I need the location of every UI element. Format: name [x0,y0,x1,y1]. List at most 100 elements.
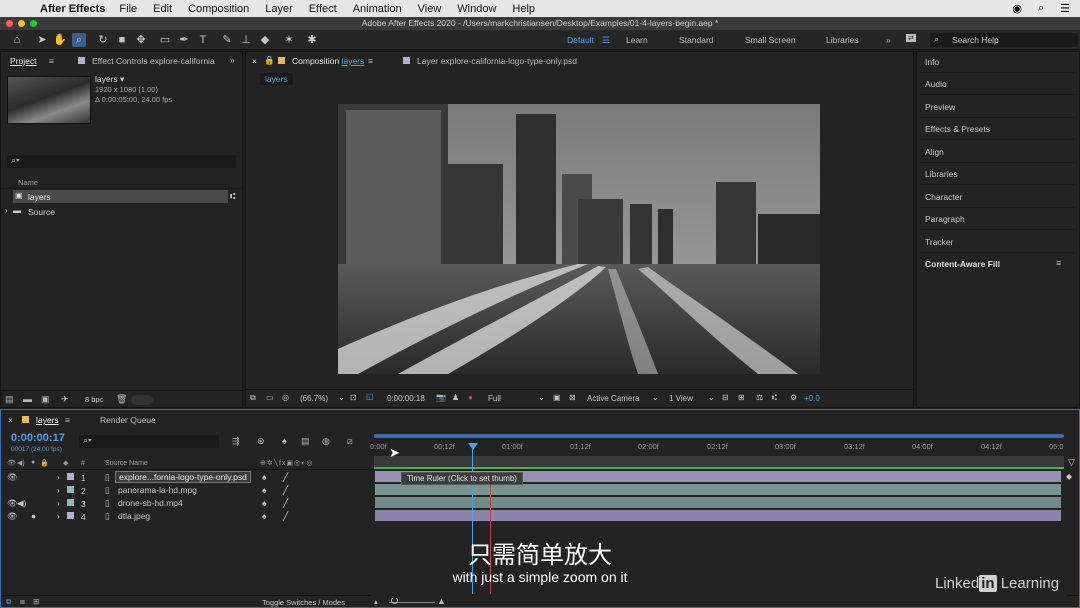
layer-row[interactable]: 👁 ● › 4 ▯ dtla.jpeg ♠ ╱ [1,510,371,522]
expand-arrow-icon[interactable]: › [5,206,8,215]
current-time-indicator[interactable]: 0:00:00:17 [11,432,65,444]
keyframe-navigator-icon[interactable]: ◆ [1066,472,1072,481]
chevron-down-icon[interactable]: ⌄ [338,393,345,402]
always-preview-icon[interactable]: ⧉ [250,393,256,403]
expand-arrow-icon[interactable]: › [57,485,60,495]
comp-name[interactable]: layers ▾ [95,74,124,85]
project-panel-menu-icon[interactable]: ≡ [49,56,54,66]
graph-editor-icon[interactable]: ⧄ [347,436,353,447]
project-item-layers[interactable]: ▣ layers [13,190,228,203]
layer-label-color[interactable] [67,512,74,519]
panel-libraries[interactable]: Libraries [925,169,958,179]
comp-mini-flowchart-icon[interactable]: ⇶ [232,436,240,447]
panel-overflow-icon[interactable]: » [230,55,235,65]
shy-switch-icon[interactable]: ♠ [262,485,267,495]
panel-menu-icon[interactable]: ≡ [1056,258,1061,268]
pixel-aspect-icon[interactable]: ⊟ [722,393,729,402]
notification-center-icon[interactable]: ☰ [1060,2,1070,15]
roto-brush-tool-icon[interactable]: ✶ [282,33,296,47]
layer-name[interactable]: drone-sb-hd.mp4 [118,498,183,508]
menu-help[interactable]: Help [512,3,535,15]
color-channels-icon[interactable]: ● [468,393,473,402]
comp-breadcrumb[interactable]: layers [260,73,293,85]
interpret-footage-icon[interactable]: ▤ [5,394,14,405]
motion-blur-icon[interactable]: ◍ [322,436,330,447]
expand-arrow-icon[interactable]: › [57,511,60,521]
audio-speaker-icon[interactable]: ◀) [17,498,26,509]
zoom-slider-thumb[interactable] [391,597,398,604]
menu-file[interactable]: File [119,3,137,15]
selection-tool-icon[interactable]: ➤ [35,33,49,47]
hand-tool-icon[interactable]: ✋ [53,33,67,47]
grid-guides-icon[interactable]: ⊡ [350,393,357,402]
tab-layer[interactable]: Layer explore-california-logo-type-only.… [417,56,577,66]
menu-edit[interactable]: Edit [153,3,172,15]
fast-previews-icon[interactable]: ▣ [553,393,561,402]
shy-layers-icon[interactable]: ♠ [282,436,287,446]
pan-behind-tool-icon[interactable]: ✥ [134,33,148,47]
toggle-transfer-controls-icon[interactable]: ⧉ [6,597,11,607]
shy-switch-icon[interactable]: ♠ [262,498,267,508]
app-menu[interactable]: After Effects [40,3,105,15]
zoom-out-icon[interactable]: ▴ [374,597,378,606]
camera-view-dropdown[interactable]: Active Camera [587,394,639,403]
layer-label-color[interactable] [67,499,74,506]
timeline-search-input[interactable]: ⌕▾ [79,435,219,448]
more-workspaces-icon[interactable]: » [886,35,891,45]
tab-effect-controls[interactable]: Effect Controls explore-california [92,56,215,66]
project-search-input[interactable]: ⌕▾ [7,155,236,168]
toggle-switches-modes-button[interactable]: Toggle Switches / Modes [262,598,345,607]
quality-switch-icon[interactable]: ╱ [283,511,288,522]
panel-paragraph[interactable]: Paragraph [925,214,965,224]
rectangle-tool-icon[interactable]: ▭ [158,33,172,47]
solo-dot-icon[interactable]: ● [31,511,36,521]
type-tool-icon[interactable]: T [196,33,210,47]
expand-switches-icon[interactable]: ⧈ [20,597,25,607]
workspace-standard[interactable]: Standard [679,35,714,45]
menu-layer[interactable]: Layer [265,3,293,15]
shy-switch-icon[interactable]: ♠ [262,511,267,521]
monitor-icon[interactable]: ▭ [266,393,274,402]
home-icon[interactable]: ⌂ [10,33,24,47]
visibility-eye-icon[interactable]: 👁 [7,472,18,483]
audio-switch-icon[interactable]: ◀) [17,459,25,467]
brush-tool-icon[interactable]: ✎ [220,33,234,47]
chevron-down-icon[interactable]: ⌄ [538,393,545,402]
comp-end-marker-icon[interactable]: ▽ [1068,457,1075,468]
show-snapshot-icon[interactable]: ♟ [452,393,459,402]
panel-align[interactable]: Align [925,147,944,157]
panel-audio[interactable]: Audio [925,79,947,89]
resolution-dropdown[interactable]: Full [488,394,501,403]
quality-switch-icon[interactable]: ╱ [283,472,288,483]
search-help-field[interactable]: ⌕ Search Help [930,33,1078,47]
mask-visibility-icon[interactable]: ◎ [282,393,289,402]
menu-view[interactable]: View [418,3,442,15]
layer-row[interactable]: 👁 › 1 ▯ explore...fornia-logo-type-only.… [1,471,371,483]
shy-switch-icon[interactable]: ♠ [262,472,267,482]
view-layout-dropdown[interactable]: 1 View [669,394,693,403]
project-item-source[interactable]: › ▬ Source [5,205,205,218]
layer-bar[interactable] [375,510,1061,521]
frame-blending-icon[interactable]: ▤ [301,436,310,447]
spotlight-search-icon[interactable]: ⌕ [1038,2,1044,15]
column-header-name[interactable]: Name [18,178,38,187]
tab-composition[interactable]: Composition layers [292,56,364,66]
layer-label-color[interactable] [67,473,74,480]
expand-arrow-icon[interactable]: › [57,472,60,482]
work-area-bar[interactable] [374,467,1064,469]
magnification-dropdown[interactable]: (66.7%) [300,394,328,403]
timeline-panel-menu-icon[interactable]: ≡ [65,415,70,425]
bit-depth-button[interactable]: 8 bpc [85,395,103,404]
panel-tracker[interactable]: Tracker [925,237,954,247]
tab-project[interactable]: Project [10,56,36,66]
new-folder-icon[interactable]: ▬ [23,394,32,404]
menu-composition[interactable]: Composition [188,3,249,15]
zoom-tool-icon[interactable]: ⌕ [72,33,86,47]
expand-arrow-icon[interactable]: › [57,498,60,508]
close-tab-icon[interactable]: × [8,415,13,425]
layer-bar[interactable] [375,497,1061,508]
clone-stamp-tool-icon[interactable]: ⊥ [239,33,253,47]
minimize-window-button[interactable] [18,20,25,27]
trash-icon[interactable]: 🗑 [116,394,127,405]
transparency-grid-icon[interactable]: ⊠ [569,393,576,402]
